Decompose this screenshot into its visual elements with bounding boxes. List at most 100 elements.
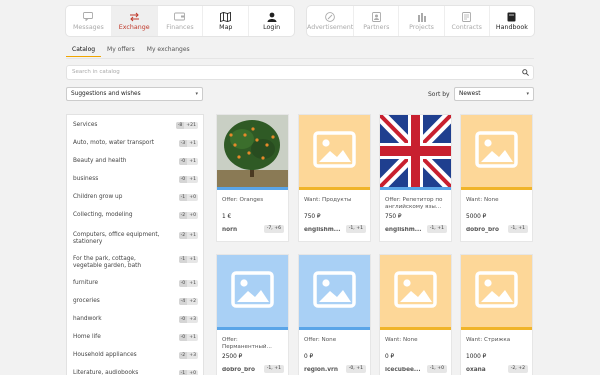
want-count: -2 <box>178 352 188 359</box>
search-input[interactable]: Search in catalog <box>66 65 534 80</box>
category-item[interactable]: Children grow up -1 +0 <box>67 194 203 201</box>
category-item[interactable]: furniture -0 +1 <box>67 280 203 287</box>
category-count-badge: -0 +1 <box>178 280 198 287</box>
listing-type-stripe <box>299 187 370 190</box>
tab-my-exchanges[interactable]: My exchanges <box>141 43 196 57</box>
want-count: -1 <box>178 256 188 263</box>
want-count: -0 <box>178 280 188 287</box>
search-icon[interactable] <box>522 69 529 82</box>
category-count-badge: -4 +2 <box>178 298 198 305</box>
category-item[interactable]: Household appliances -2 +3 <box>67 352 203 359</box>
listing-user[interactable]: englishm... <box>385 227 421 233</box>
want-count: -4 <box>178 298 188 305</box>
sort-select[interactable]: Newest ▾ <box>454 87 534 101</box>
listing-user[interactable]: region.vrn <box>304 367 340 373</box>
type-filter-select[interactable]: Suggestions and wishes ▾ <box>66 87 203 101</box>
category-item[interactable]: For the park, cottage, vegetable garden,… <box>67 256 203 270</box>
user-icon <box>266 12 277 22</box>
nav-login[interactable]: Login <box>249 6 294 36</box>
category-count-badge: -2 +1 <box>178 232 198 239</box>
listing-title: Offer: Перманентный... <box>222 337 272 350</box>
category-item[interactable]: groceries -4 +2 <box>67 298 203 305</box>
nav-map[interactable]: Map <box>203 6 250 36</box>
category-label: furniture <box>73 280 99 286</box>
category-item[interactable]: Beauty and health -0 +1 <box>67 158 203 165</box>
listing-user[interactable]: oxana <box>466 367 502 373</box>
user-rating-badge: -0, +1 <box>345 365 366 373</box>
tab-catalog[interactable]: Catalog <box>66 43 102 57</box>
sort-label: Sort by <box>428 91 450 98</box>
placeholder-image-icon <box>299 115 370 187</box>
category-item[interactable]: Services -8 +21 <box>67 122 203 129</box>
listing-photo <box>380 115 451 187</box>
nav-group-secondary: Advertisement Partners Projects Contract… <box>307 6 534 36</box>
category-item[interactable]: Auto, moto, water transport -3 +1 <box>67 140 203 147</box>
category-count-badge: -8 +21 <box>175 122 198 129</box>
offer-count: +1 <box>189 141 196 146</box>
nav-exchange[interactable]: Exchange <box>111 6 158 36</box>
nav-messages[interactable]: Messages <box>66 6 112 36</box>
nav-label: Messages <box>72 23 104 31</box>
category-item[interactable]: handwork -0 +3 <box>67 316 203 323</box>
listing-user[interactable]: englishm... <box>304 227 340 233</box>
category-count-badge: -2 +0 <box>178 212 198 219</box>
nav-partners[interactable]: Partners <box>354 6 400 36</box>
category-item[interactable]: Literature, audiobooks -1 +0 <box>67 370 203 375</box>
nav-label: Login <box>263 23 281 31</box>
search-placeholder: Search in catalog <box>72 69 120 75</box>
offer-count: +1 <box>189 257 196 262</box>
offer-count: +3 <box>189 317 196 322</box>
category-item[interactable]: business -0 +1 <box>67 176 203 183</box>
listing-title: Offer: Oranges <box>222 197 264 203</box>
listing-price: 0 ₽ <box>385 354 395 360</box>
category-count-badge: -0 +1 <box>178 176 198 183</box>
listing-grid: Offer: Oranges 1 € norn -7, +6 Want: Продукт… <box>216 114 536 375</box>
nav-finances[interactable]: Finances <box>158 6 204 36</box>
want-count: -1 <box>178 370 188 375</box>
listing-user[interactable]: icecubee... <box>385 367 421 373</box>
nav-advertisement[interactable]: Advertisement <box>307 6 355 36</box>
listing-card[interactable]: Offer: None 0 ₽ region.vrn -0, +1 <box>298 254 371 375</box>
tab-my-offers[interactable]: My offers <box>101 43 141 57</box>
listing-card[interactable]: Offer: Перманентный... 2500 ₽ dobro_bro -1,… <box>216 254 289 375</box>
nav-label: Contracts <box>451 23 482 31</box>
nav-handbook[interactable]: Handbook <box>490 6 534 36</box>
listing-card[interactable]: Want: Стрижка 1000 ₽ oxana -2, +2 <box>460 254 533 375</box>
category-item[interactable]: Collecting, modeling -2 +0 <box>67 212 203 219</box>
listing-title: Want: Стрижка <box>466 337 511 343</box>
category-item[interactable]: Home life -0 +1 <box>67 334 203 341</box>
listing-user[interactable]: dobro_bro <box>466 227 502 233</box>
listing-price: 1000 ₽ <box>466 354 487 360</box>
offer-count: +3 <box>189 353 196 358</box>
offer-count: +2 <box>189 299 196 304</box>
listing-user[interactable]: norn <box>222 227 258 233</box>
category-label: Beauty and health <box>73 158 127 164</box>
user-rating-badge: -1, +0 <box>426 365 447 373</box>
listing-user[interactable]: dobro_bro <box>222 367 258 373</box>
nav-projects[interactable]: Projects <box>399 6 445 36</box>
nav-label: Projects <box>409 23 434 31</box>
projects-icon <box>416 12 427 22</box>
listing-card[interactable]: Offer: Oranges 1 € norn -7, +6 <box>216 114 289 242</box>
listing-type-stripe <box>380 187 451 190</box>
category-item[interactable]: Computers, office equipment, stationery -… <box>67 232 203 246</box>
category-label: groceries <box>73 298 100 304</box>
listing-type-stripe <box>461 327 532 330</box>
listing-price: 750 ₽ <box>385 214 402 220</box>
want-count: -1 <box>178 194 188 201</box>
nav-label: Map <box>219 23 233 31</box>
listing-card[interactable]: Offer: Репетитор по английскому язы... 75… <box>379 114 452 242</box>
listing-card[interactable]: Want: None 0 ₽ icecubee... -1, +0 <box>379 254 452 375</box>
listing-title: Offer: Репетитор по английскому язы... <box>385 197 443 210</box>
placeholder-image-icon <box>380 255 451 327</box>
category-label: Computers, office equipment, stationery <box>73 232 160 245</box>
category-label: business <box>73 176 99 182</box>
tabs-divider <box>66 58 534 59</box>
listing-card[interactable]: Want: None 5000 ₽ dobro_bro -1, +1 <box>460 114 533 242</box>
listing-card[interactable]: Want: Продукты 750 ₽ englishm... -1, +1 <box>298 114 371 242</box>
user-rating-badge: -2, +2 <box>507 365 528 373</box>
contract-icon <box>461 11 472 22</box>
nav-contracts[interactable]: Contracts <box>445 6 490 36</box>
offer-count: +1 <box>189 177 196 182</box>
book-icon <box>506 12 517 22</box>
